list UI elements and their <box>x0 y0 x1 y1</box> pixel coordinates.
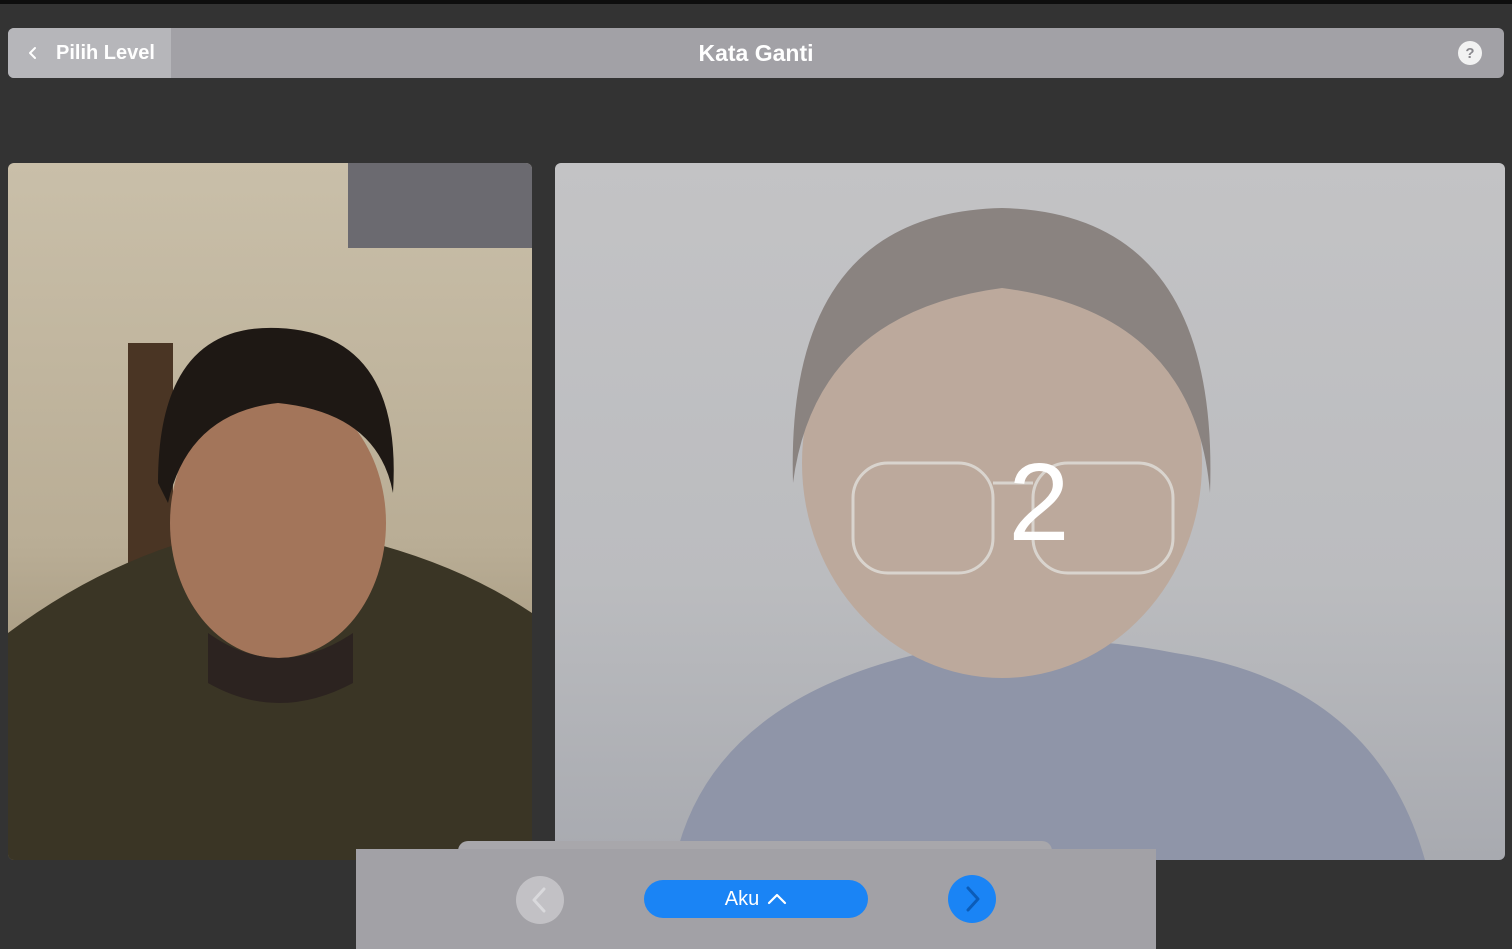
window-top-border <box>0 0 1512 4</box>
local-camera-view <box>8 163 532 860</box>
help-button[interactable]: ? <box>1458 41 1482 65</box>
chevron-up-icon <box>767 892 787 906</box>
next-button[interactable] <box>948 875 996 923</box>
page-title: Kata Ganti <box>698 39 814 66</box>
person-silhouette-left <box>8 163 532 860</box>
chevron-left-icon <box>516 876 564 924</box>
chevron-right-icon <box>948 875 996 923</box>
back-button-label: Pilih Level <box>56 41 155 64</box>
countdown-number: 2 <box>1008 441 1070 564</box>
navigation-bar: Pilih Level Kata Ganti ? <box>8 28 1504 78</box>
back-button[interactable]: Pilih Level <box>8 28 171 78</box>
word-selector-label: Aku <box>724 887 760 910</box>
previous-button[interactable] <box>516 876 564 924</box>
word-selector-button[interactable]: Aku <box>644 880 868 918</box>
chevron-left-icon <box>26 46 40 60</box>
